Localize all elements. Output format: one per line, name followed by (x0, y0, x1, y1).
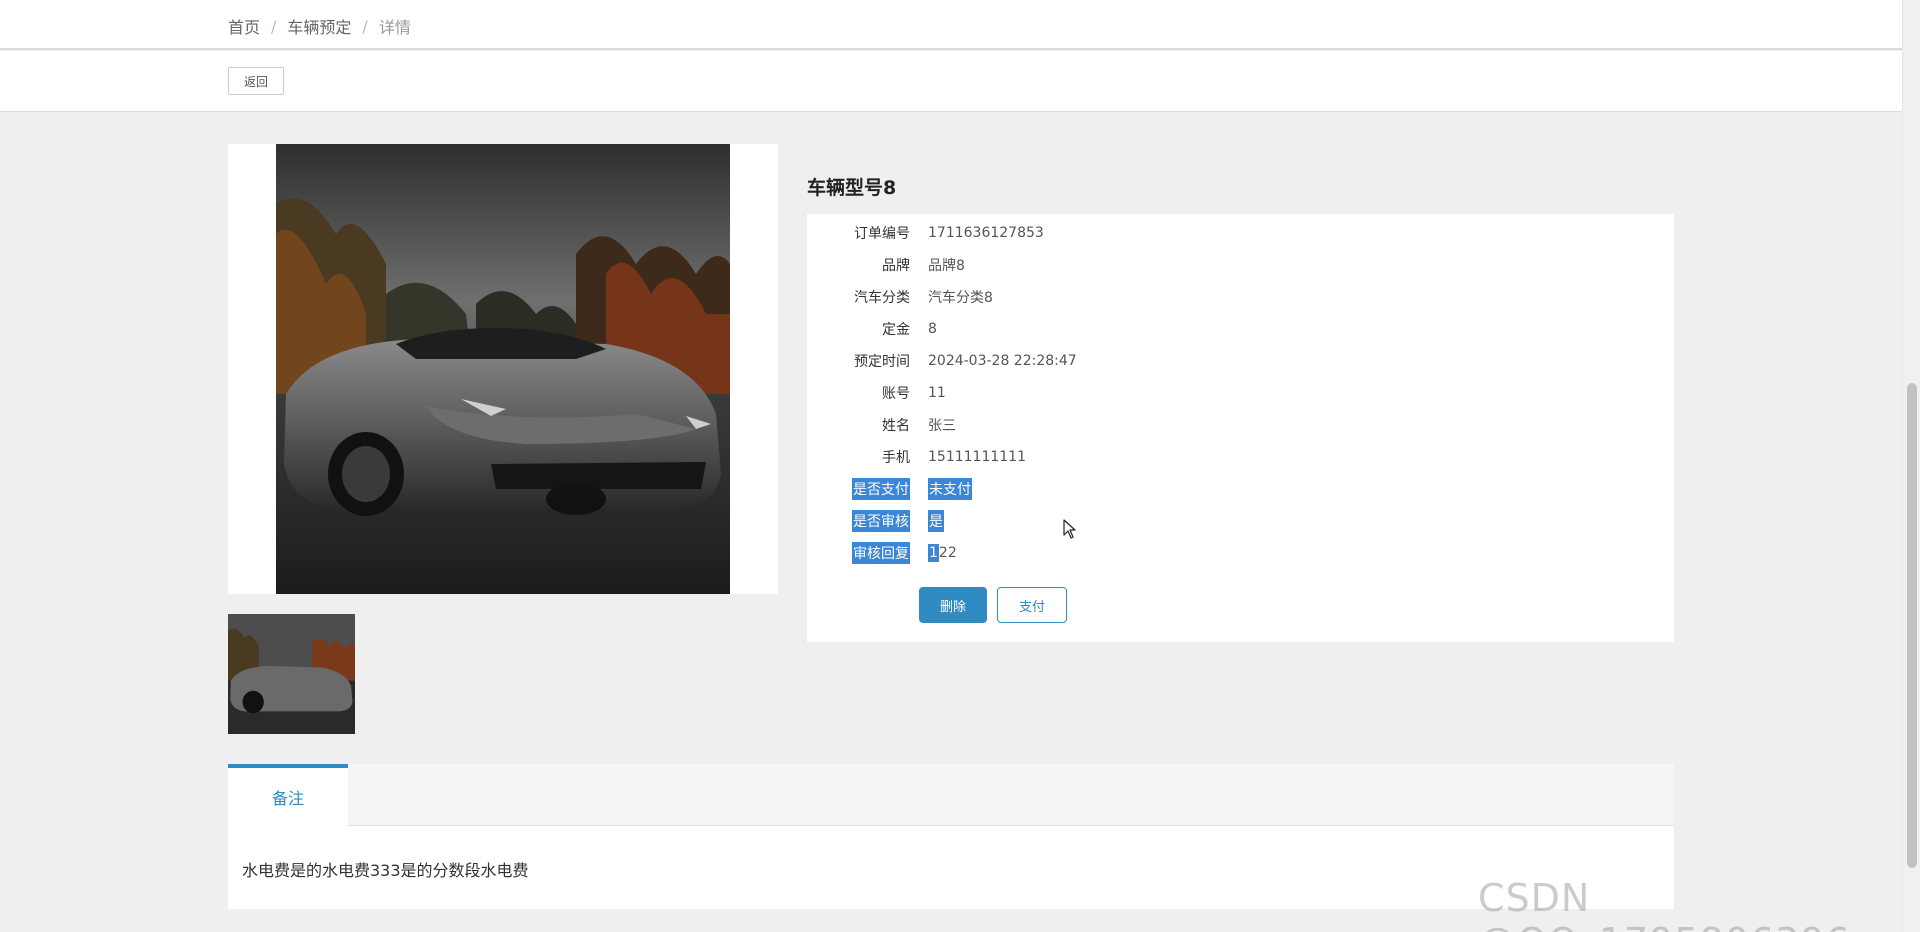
detail-value: 未支付 (928, 478, 972, 500)
detail-label-wrap: 审核回复 (807, 542, 910, 564)
breadcrumb-home[interactable]: 首页 (228, 14, 260, 38)
detail-value: 2024-03-28 22:28:47 (928, 353, 1077, 369)
scrollbar-thumb[interactable] (1907, 383, 1917, 868)
pay-button[interactable]: 支付 (997, 587, 1067, 623)
detail-row-review-reply: 审核回复 122 (807, 541, 957, 565)
detail-row-reviewed: 是否审核 是 (807, 509, 944, 533)
detail-row-phone: 手机 15111111111 (807, 445, 1026, 469)
detail-label: 订单编号 (854, 226, 910, 242)
detail-row-deposit: 定金 8 (807, 317, 937, 341)
detail-value-rest: 22 (938, 545, 957, 561)
detail-label: 审核回复 (852, 542, 910, 564)
detail-label: 是否支付 (852, 478, 910, 500)
detail-tabs: 备注 (228, 764, 1674, 826)
detail-label: 手机 (882, 450, 910, 466)
detail-label: 品牌 (882, 258, 910, 274)
notes-text: 水电费是的水电费333是的分数段水电费 (242, 861, 529, 880)
tab-notes[interactable]: 备注 (228, 764, 348, 826)
detail-row-order-no: 订单编号 1711636127853 (807, 221, 1044, 245)
detail-value: 品牌8 (928, 258, 965, 274)
detail-value: 是 (928, 510, 944, 532)
detail-value: 张三 (928, 418, 956, 434)
breadcrumb: 首页 / 车辆预定 / 详情 (228, 14, 411, 38)
detail-value: 15111111111 (928, 449, 1026, 465)
detail-label: 预定时间 (854, 354, 910, 370)
breadcrumb-current: 详情 (378, 18, 411, 37)
page-scrollbar[interactable] (1902, 0, 1920, 932)
detail-value: 11 (928, 385, 946, 401)
detail-value-selected-part: 1 (928, 544, 939, 562)
back-button[interactable]: 返回 (228, 67, 284, 95)
detail-row-name: 姓名 张三 (807, 413, 956, 437)
top-bar: 首页 / 车辆预定 / 详情 (0, 0, 1902, 50)
detail-label: 是否审核 (852, 510, 910, 532)
detail-row-paid: 是否支付 未支付 (807, 477, 972, 501)
detail-label-wrap: 是否审核 (807, 510, 910, 532)
product-title: 车辆型号8 (807, 177, 897, 199)
detail-row-category: 汽车分类 汽车分类8 (807, 285, 993, 309)
detail-row-account: 账号 11 (807, 381, 946, 405)
detail-label: 账号 (882, 386, 910, 402)
tab-content-notes: 水电费是的水电费333是的分数段水电费 (228, 826, 1674, 909)
delete-button[interactable]: 删除 (919, 587, 987, 623)
car-photo (276, 144, 730, 594)
car-thumbnail[interactable] (228, 614, 355, 734)
detail-value: 汽车分类8 (928, 290, 993, 306)
detail-value: 122 (928, 544, 957, 562)
detail-value: 1711636127853 (928, 225, 1044, 241)
breadcrumb-separator: / (362, 16, 368, 36)
breadcrumb-vehicle-booking[interactable]: 车辆预定 (287, 14, 351, 38)
detail-label-wrap: 是否支付 (807, 478, 910, 500)
watermark: CSDN @QQ_1795806396 (1478, 876, 1850, 932)
detail-row-brand: 品牌 品牌8 (807, 253, 965, 277)
order-detail-card: 订单编号 1711636127853 品牌 品牌8 汽车分类 汽车分类8 定金 … (807, 214, 1674, 642)
detail-label: 姓名 (882, 418, 910, 434)
detail-label: 汽车分类 (854, 290, 910, 306)
mouse-pointer-icon (1063, 519, 1077, 543)
main-image-container (228, 144, 778, 594)
action-bar: 返回 (0, 51, 1902, 112)
detail-label: 定金 (882, 322, 910, 338)
detail-value: 8 (928, 321, 937, 337)
breadcrumb-separator: / (271, 16, 277, 36)
detail-row-booking-time: 预定时间 2024-03-28 22:28:47 (807, 349, 1077, 373)
